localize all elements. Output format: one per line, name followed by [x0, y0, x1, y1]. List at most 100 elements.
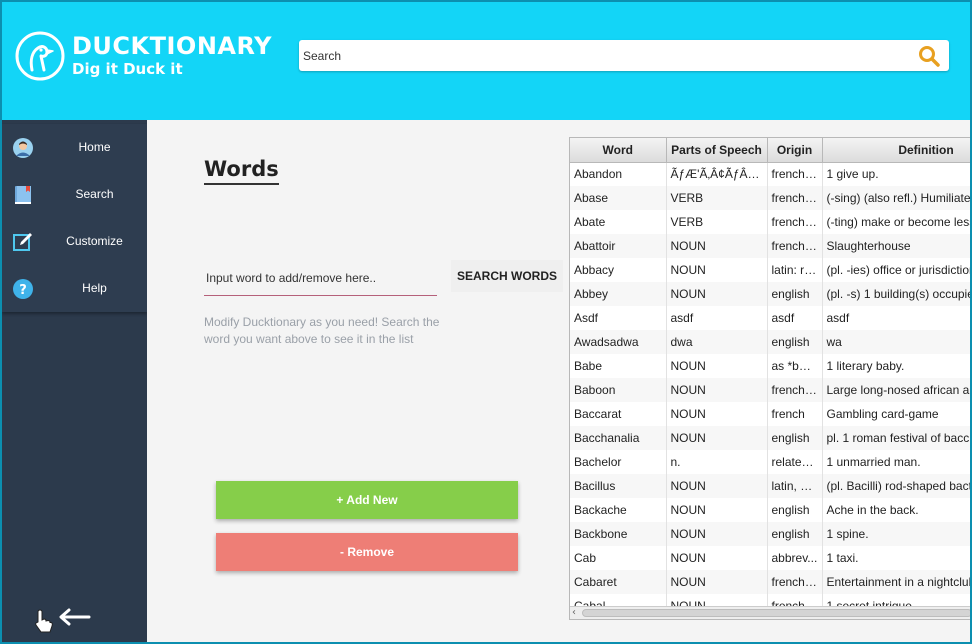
sidebar-item-search[interactable]: Search [2, 171, 147, 218]
cell-definition: (pl. Bacilli) rod-shaped bacterium. [822, 474, 970, 498]
cell-definition: Slaughterhouse [822, 234, 970, 258]
cell-pos: NOUN [666, 426, 768, 450]
cell-origin: english [767, 426, 823, 450]
help-icon: ? [13, 279, 33, 299]
table-row[interactable]: Bacchanalia NOUN english pl. 1 roman festiv… [570, 426, 970, 450]
column-header-parts-of-speech[interactable]: Parts of Speech [666, 138, 768, 163]
cell-definition: (-sing) (also refl.) Humiliate, degrade. [822, 186, 970, 210]
table-row[interactable]: Awadsadwa dwa english wa [570, 330, 970, 354]
cell-pos: NOUN [666, 402, 768, 426]
remove-button[interactable]: - Remove [216, 533, 518, 571]
column-header-definition[interactable]: Definition [822, 138, 970, 163]
table-row[interactable]: Abbey NOUN english (pl. -s) 1 building(s) o… [570, 282, 970, 306]
cell-word: Abandon [570, 162, 667, 186]
word-input[interactable] [204, 260, 437, 296]
cell-origin: french,... [767, 570, 823, 594]
words-table[interactable]: Word Parts of Speech Origin Definition A… [569, 137, 970, 620]
cell-origin: french ... [767, 378, 823, 402]
main-content: Words SEARCH WORDS Modify Ducktionary as… [147, 120, 970, 642]
search-words-button[interactable]: SEARCH WORDS [451, 260, 563, 292]
table-row[interactable]: Bacillus NOUN latin, di... (pl. Bacilli) ro… [570, 474, 970, 498]
brand-logo: DUCKTIONARY Dig it Duck it [14, 30, 274, 86]
cell-word: Abbacy [570, 258, 667, 282]
sidebar-item-label: Search [75, 187, 114, 201]
cell-definition: Ache in the back. [822, 498, 970, 522]
table-row[interactable]: Asdf asdf asdf asdf [570, 306, 970, 330]
sidebar-item-home[interactable]: Home [2, 124, 147, 171]
app-window: DUCKTIONARY Dig it Duck it Home [0, 0, 972, 644]
cell-word: Baccarat [570, 402, 667, 426]
sidebar-item-label: Help [82, 281, 107, 295]
cell-origin: french:... [767, 162, 823, 186]
cell-origin: french [767, 402, 823, 426]
column-header-origin[interactable]: Origin [767, 138, 823, 163]
header: DUCKTIONARY Dig it Duck it [2, 2, 970, 120]
svg-text:?: ? [19, 283, 27, 298]
table-header-row: Word Parts of Speech Origin Definition [570, 138, 970, 163]
table-row[interactable]: Abandon ÃƒÆ'Ã‚Â¢ÃƒÂ¢... french:... 1 give u… [570, 162, 970, 186]
sidebar-item-label: Home [78, 140, 111, 154]
cell-origin: french ... [767, 234, 823, 258]
cell-definition: Large long-nosed african ape. [822, 378, 970, 402]
edit-icon [13, 233, 32, 251]
cell-definition: 1 taxi. [822, 546, 970, 570]
table-row[interactable]: Abase VERB french:... (-sing) (also refl.) … [570, 186, 970, 210]
cell-origin: english [767, 330, 823, 354]
brand-subtitle: Dig it Duck it [72, 60, 183, 78]
table-row[interactable]: Baccarat NOUN french Gambling card-game [570, 402, 970, 426]
cell-pos: NOUN [666, 258, 768, 282]
cell-definition: (-ting) make or become less strong. [822, 210, 970, 234]
sidebar: Home Search Customize ? Help [2, 120, 147, 642]
table-row[interactable]: Abate VERB french ... (-ting) make or becom… [570, 210, 970, 234]
sidebar-nav: Home Search Customize ? Help [2, 124, 147, 312]
table-row[interactable]: Cab NOUN abbrev... 1 taxi. [570, 546, 970, 570]
search-icon[interactable] [917, 44, 941, 68]
cell-definition: asdf [822, 306, 970, 330]
cell-origin: related... [767, 450, 823, 474]
cell-pos: VERB [666, 186, 768, 210]
cell-word: Abase [570, 186, 667, 210]
cell-pos: ÃƒÆ'Ã‚Â¢ÃƒÂ¢... [666, 162, 768, 186]
horizontal-scrollbar[interactable]: ‹ [570, 606, 970, 619]
sidebar-item-label: Customize [66, 234, 123, 248]
hint-text: Modify Ducktionary as you need! Search t… [204, 315, 440, 346]
cell-definition: 1 spine. [822, 522, 970, 546]
sidebar-item-help[interactable]: ? Help [2, 265, 147, 312]
cell-word: Abbey [570, 282, 667, 306]
cell-pos: NOUN [666, 234, 768, 258]
scrollbar-thumb[interactable] [582, 609, 970, 617]
table-row[interactable]: Cabaret NOUN french,... Entertainment in a … [570, 570, 970, 594]
column-header-word[interactable]: Word [570, 138, 667, 163]
cell-word: Backache [570, 498, 667, 522]
brand-title: DUCKTIONARY [72, 32, 273, 60]
sidebar-item-customize[interactable]: Customize [2, 218, 147, 265]
book-icon [15, 186, 31, 204]
cell-word: Baboon [570, 378, 667, 402]
cell-word: Asdf [570, 306, 667, 330]
table-row[interactable]: Baboon NOUN french ... Large long-nosed afr… [570, 378, 970, 402]
search-input[interactable] [301, 43, 901, 68]
page-title: Words [204, 157, 279, 185]
cell-word: Abate [570, 210, 667, 234]
cell-origin: latin, di... [767, 474, 823, 498]
cell-origin: english [767, 282, 823, 306]
cell-word: Babe [570, 354, 667, 378]
cell-pos: NOUN [666, 570, 768, 594]
table-row[interactable]: Backbone NOUN english 1 spine. [570, 522, 970, 546]
table-row[interactable]: Abbacy NOUN latin: re... (pl. -ies) office … [570, 258, 970, 282]
table-row[interactable]: Abattoir NOUN french ... Slaughterhouse [570, 234, 970, 258]
cell-definition: 1 unmarried man. [822, 450, 970, 474]
add-new-button[interactable]: + Add New [216, 481, 518, 519]
arrow-left-icon [59, 608, 91, 626]
cell-word: Cab [570, 546, 667, 570]
table-row[interactable]: Backache NOUN english Ache in the back. [570, 498, 970, 522]
cell-origin: abbrev... [767, 546, 823, 570]
cell-word: Backbone [570, 522, 667, 546]
table-row[interactable]: Babe NOUN as *baby 1 literary baby. [570, 354, 970, 378]
hand-cursor-icon [35, 609, 53, 633]
cell-definition: 1 literary baby. [822, 354, 970, 378]
cell-origin: french:... [767, 186, 823, 210]
table-row[interactable]: Bachelor n. related... 1 unmarried man. [570, 450, 970, 474]
back-button[interactable] [32, 606, 102, 636]
scroll-left-icon[interactable]: ‹ [572, 607, 576, 618]
